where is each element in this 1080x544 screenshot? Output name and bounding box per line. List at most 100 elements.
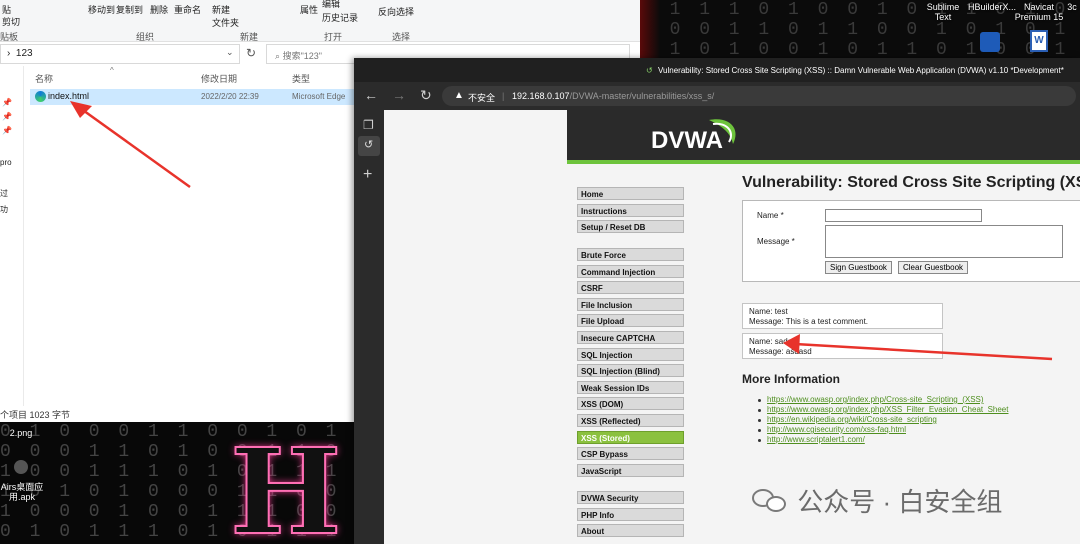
clear-guestbook-button[interactable]: Clear Guestbook bbox=[898, 261, 969, 274]
search-icon: ⌕ bbox=[275, 51, 281, 61]
open-group-label: 打开 bbox=[324, 32, 343, 42]
guestbook-form: Name * Message * Sign Guestbook Clear Gu… bbox=[742, 200, 1080, 282]
svg-text:DVWA: DVWA bbox=[651, 127, 723, 154]
file-type: Microsoft Edge bbox=[292, 92, 346, 101]
sign-guestbook-button[interactable]: Sign Guestbook bbox=[825, 261, 892, 274]
menu-item-sql-injection[interactable]: SQL Injection bbox=[577, 347, 684, 361]
security-label[interactable]: 不安全 bbox=[468, 91, 495, 104]
url-separator: | bbox=[502, 91, 505, 101]
menu-item-file-upload[interactable]: File Upload bbox=[577, 314, 684, 328]
menu-item-insecure-captcha[interactable]: Insecure CAPTCHA bbox=[577, 331, 684, 344]
back-arrow-icon[interactable]: ← bbox=[364, 87, 378, 103]
edit-button[interactable]: 编辑 bbox=[322, 0, 340, 10]
window-title: Vulnerability: Stored Cross Site Scripti… bbox=[658, 66, 1064, 75]
url-text: 192.168.0.107/DVWA-master/vulnerabilitie… bbox=[512, 91, 715, 101]
desktop-icon-navicat[interactable]: Navicat Premium 15 bbox=[1014, 2, 1064, 22]
menu-item-file-inclusion[interactable]: File Inclusion bbox=[577, 297, 684, 311]
pin-icon: 📌 bbox=[2, 98, 12, 107]
column-header-name[interactable]: 名称 bbox=[35, 72, 53, 85]
wechat-icon bbox=[750, 487, 790, 515]
menu-item-brute-force[interactable]: Brute Force bbox=[577, 248, 684, 261]
desktop-icon-hbuilderx[interactable]: HBuilderX... bbox=[966, 2, 1018, 12]
address-dropdown-icon[interactable]: ⌄ bbox=[226, 47, 234, 58]
desktop-icon-apk[interactable]: Airs桌面应 用.apk bbox=[0, 482, 44, 502]
forward-arrow-icon[interactable]: → bbox=[392, 87, 406, 103]
reload-icon[interactable]: ↻ bbox=[420, 87, 432, 104]
history-button[interactable]: 历史记录 bbox=[322, 11, 358, 24]
browser-toolbar: ← → ↻ ▲ 不安全 | 192.168.0.107/DVWA-master/… bbox=[354, 82, 1080, 110]
new-folder-button[interactable]: 新建 文件夹 bbox=[212, 3, 239, 29]
file-name[interactable]: index.html bbox=[48, 91, 89, 101]
navigation-pane[interactable]: 📌 📌 📌 pro 过 功 bbox=[0, 66, 24, 406]
menu-item-dvwa-security[interactable]: DVWA Security bbox=[577, 491, 684, 504]
menu-item-javascript[interactable]: JavaScript bbox=[577, 463, 684, 477]
menu-item-instructions[interactable]: Instructions bbox=[577, 203, 684, 217]
tab-favicon-icon: ↺ bbox=[646, 66, 653, 75]
word-doc-icon[interactable]: W bbox=[1030, 30, 1048, 52]
delete-button[interactable]: 删除 bbox=[150, 3, 168, 16]
info-link[interactable]: http://www.scriptalert1.com/ bbox=[767, 435, 865, 444]
browser-window: ↺ Vulnerability: Stored Cross Site Scrip… bbox=[354, 58, 1080, 544]
pin-icon: 📌 bbox=[2, 126, 12, 135]
menu-item-setup-reset-db[interactable]: Setup / Reset DB bbox=[577, 220, 684, 234]
browser-sidebar: ❐ ↺ + bbox=[354, 110, 384, 544]
menu-item-weak-session-ids[interactable]: Weak Session IDs bbox=[577, 380, 684, 394]
message-label: Message * bbox=[757, 237, 795, 246]
menu-item-csp-bypass[interactable]: CSP Bypass bbox=[577, 447, 684, 461]
name-input[interactable] bbox=[825, 209, 982, 222]
organize-group-label: 组织 bbox=[136, 32, 155, 42]
explorer-ribbon: 贴 剪切 贴板 移动到 复制到 删除 重命名 组织 新建 文件夹 新建 属性 编辑… bbox=[0, 0, 640, 42]
column-header-date[interactable]: 修改日期 bbox=[201, 72, 237, 85]
desktop-app-icon[interactable] bbox=[980, 32, 1000, 52]
dvwa-page: DVWA Home Instructions Setup / Reset DB Bru… bbox=[384, 110, 1080, 544]
properties-button[interactable]: 属性 bbox=[300, 3, 318, 16]
name-label: Name * bbox=[757, 211, 784, 220]
select-group-label: 选择 bbox=[392, 32, 411, 42]
message-textarea[interactable] bbox=[825, 225, 1063, 258]
list-bullet bbox=[758, 419, 761, 422]
move-to-button[interactable]: 移动到 bbox=[88, 3, 115, 16]
menu-item-xss-dom[interactable]: XSS (DOM) bbox=[577, 397, 684, 411]
file-date: 2022/2/20 22:39 bbox=[201, 92, 259, 101]
info-link[interactable]: https://www.owasp.org/index.php/Cross-si… bbox=[767, 395, 984, 404]
menu-item-csrf[interactable]: CSRF bbox=[577, 281, 684, 295]
active-tab-button[interactable]: ↺ bbox=[358, 136, 380, 156]
column-header-type[interactable]: 类型 bbox=[292, 72, 310, 85]
desktop-icon-sublime[interactable]: Sublime Text bbox=[918, 2, 968, 22]
desktop-icon-3c[interactable]: 3c bbox=[1064, 2, 1080, 12]
info-link[interactable]: https://www.owasp.org/index.php/XSS_Filt… bbox=[767, 405, 1008, 414]
menu-item-xss-stored[interactable]: XSS (Stored) bbox=[577, 430, 684, 444]
info-link[interactable]: http://www.cgisecurity.com/xss-faq.html bbox=[767, 425, 906, 434]
menu-item-php-info[interactable]: PHP Info bbox=[577, 507, 684, 521]
list-bullet bbox=[758, 439, 761, 442]
menu-item-xss-reflected[interactable]: XSS (Reflected) bbox=[577, 414, 684, 427]
tab-favicon-icon: ↺ bbox=[364, 139, 374, 151]
nav-item[interactable]: 功 bbox=[0, 204, 8, 215]
menu-item-about[interactable]: About bbox=[577, 524, 684, 538]
guestbook-entry: Name: sada Message: asdasd bbox=[742, 333, 943, 359]
browser-titlebar: ↺ Vulnerability: Stored Cross Site Scrip… bbox=[354, 58, 1080, 82]
guestbook-entry: Name: test Message: This is a test commen… bbox=[742, 303, 943, 329]
rename-button[interactable]: 重命名 bbox=[174, 3, 201, 16]
nav-item[interactable]: 过 bbox=[0, 188, 8, 199]
invert-selection-button[interactable]: 反向选择 bbox=[378, 5, 414, 18]
menu-item-home[interactable]: Home bbox=[577, 187, 684, 200]
refresh-icon[interactable]: ↻ bbox=[246, 46, 256, 60]
list-bullet bbox=[758, 409, 761, 412]
watermark: 公众号 · 白安全组 bbox=[750, 482, 1050, 518]
desktop-icon-png[interactable]: 2.png bbox=[4, 428, 38, 438]
new-tab-plus-icon[interactable]: + bbox=[363, 166, 372, 184]
menu-item-command-injection[interactable]: Command Injection bbox=[577, 264, 684, 278]
wallpaper-glow bbox=[640, 0, 660, 60]
copy-to-button[interactable]: 复制到 bbox=[116, 3, 143, 16]
info-link[interactable]: https://en.wikipedia.org/wiki/Cross-site… bbox=[767, 415, 937, 424]
android-app-icon[interactable] bbox=[14, 460, 28, 474]
url-bar[interactable]: ▲ 不安全 | 192.168.0.107/DVWA-master/vulner… bbox=[442, 86, 1076, 106]
nav-item[interactable]: pro bbox=[0, 158, 12, 167]
page-title: Vulnerability: Stored Cross Site Scripti… bbox=[742, 174, 1080, 191]
cut-button[interactable]: 剪切 bbox=[2, 15, 20, 28]
address-bar[interactable]: › 123 bbox=[0, 44, 240, 64]
menu-item-sql-injection-blind[interactable]: SQL Injection (Blind) bbox=[577, 364, 684, 378]
clipboard-group-label: 贴板 bbox=[0, 32, 19, 42]
tab-actions-icon[interactable]: ❐ bbox=[363, 118, 374, 132]
